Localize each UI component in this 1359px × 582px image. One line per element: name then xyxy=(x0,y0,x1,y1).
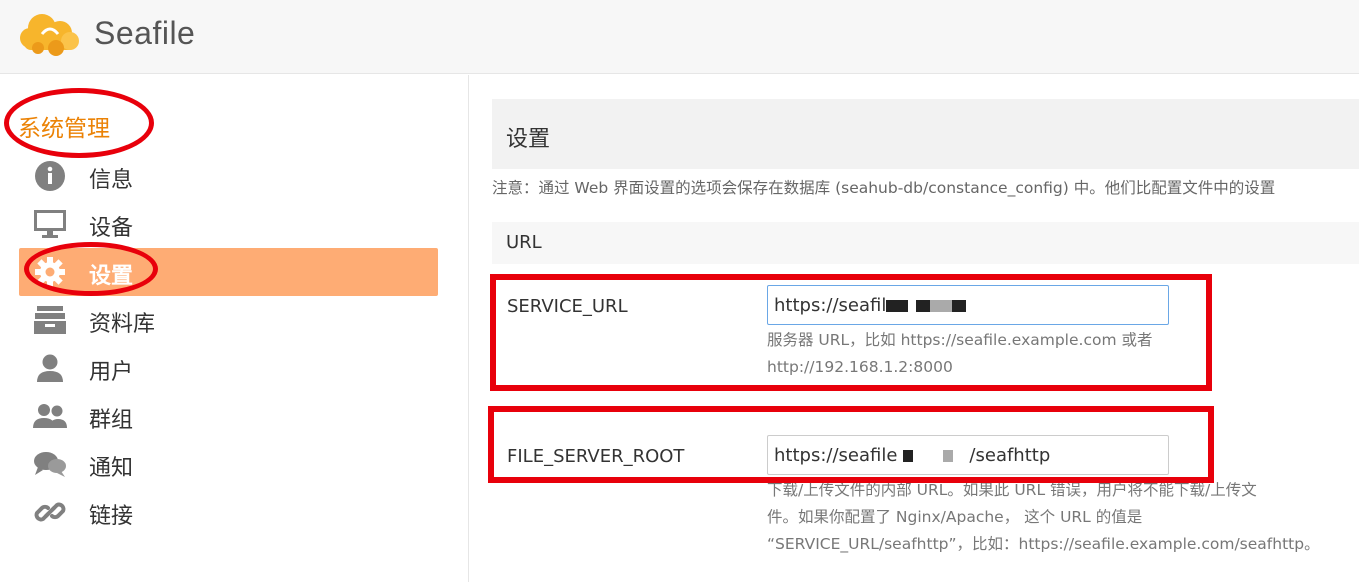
sidebar-item-label: 群组 xyxy=(89,408,134,433)
section-title: URL xyxy=(506,232,542,253)
sidebar-item-label: 通知 xyxy=(89,456,134,481)
section-header-url: URL xyxy=(492,222,1359,264)
annotation-box-service-url xyxy=(490,274,1212,391)
sidebar-item-links[interactable]: 链接 xyxy=(19,488,438,536)
annotation-oval-admin xyxy=(4,88,154,158)
sidebar-item-label: 资料库 xyxy=(89,312,156,337)
monitor-icon xyxy=(32,208,68,240)
sidebar-item-label: 用户 xyxy=(89,360,134,385)
help-line: 件。如果你配置了 Nginx/Apache， 这个 URL 的值是 xyxy=(767,508,1143,526)
annotation-box-file-server-root xyxy=(488,406,1214,483)
page-title: 设置 xyxy=(506,127,551,152)
group-icon xyxy=(32,400,68,432)
sidebar-item-devices[interactable]: 设备 xyxy=(19,200,438,248)
annotation-oval-settings xyxy=(24,242,158,296)
sidebar-item-info[interactable]: 信息 xyxy=(19,152,438,200)
sidebar-item-label: 信息 xyxy=(89,168,134,193)
info-icon xyxy=(32,160,68,192)
file-server-root-help: 下载/上传文件的内部 URL。如果此 URL 错误，用户将不能下载/上传文 件。… xyxy=(767,477,1352,558)
logo[interactable]: Seafile xyxy=(12,8,195,58)
sidebar-item-groups[interactable]: 群组 xyxy=(19,392,438,440)
sidebar-item-notifications[interactable]: 通知 xyxy=(19,440,438,488)
sidebar-item-libraries[interactable]: 资料库 xyxy=(19,296,438,344)
library-icon xyxy=(32,304,68,336)
sidebar-item-label: 链接 xyxy=(89,504,134,529)
user-icon xyxy=(32,352,68,384)
page-header: 设置 xyxy=(492,99,1359,169)
sidebar-item-label: 设备 xyxy=(89,216,134,241)
sidebar-nav: 信息 设备 设置 资料库 用户 群组 通知 链接 xyxy=(19,152,438,536)
app-name: Seafile xyxy=(94,14,196,51)
chat-icon xyxy=(32,448,68,480)
sidebar-item-users[interactable]: 用户 xyxy=(19,344,438,392)
help-line: “SERVICE_URL/seafhttp”，比如：https://seafil… xyxy=(767,535,1320,553)
settings-notice: 注意：通过 Web 界面设置的选项会保存在数据库 (seahub-db/cons… xyxy=(492,179,1276,197)
top-bar: Seafile xyxy=(0,0,1359,74)
link-icon xyxy=(32,496,68,528)
cloud-logo-icon xyxy=(20,14,79,56)
